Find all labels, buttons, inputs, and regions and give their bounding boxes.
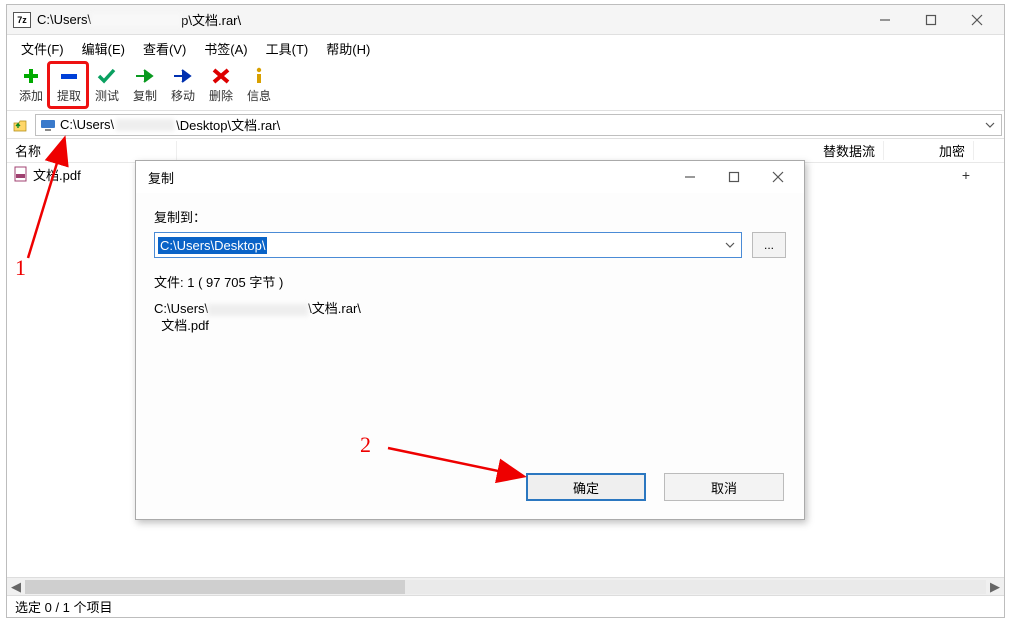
status-text: 选定 0 / 1 个项目 — [15, 597, 113, 616]
toolbar-move[interactable]: 移动 — [165, 65, 201, 104]
destination-value: C:\Users\Desktop\ — [158, 237, 267, 254]
arrow-right-green-icon — [134, 65, 156, 87]
pdf-icon — [13, 166, 29, 182]
dialog-titlebar: 复制 — [136, 161, 804, 193]
address-redacted — [116, 119, 174, 131]
minimize-button[interactable] — [862, 5, 908, 35]
copy-to-label: 复制到： — [154, 207, 786, 226]
arrow-right-blue-icon — [172, 65, 194, 87]
close-button[interactable] — [954, 5, 1000, 35]
browse-button[interactable]: ... — [752, 232, 786, 258]
address-prefix: C:\Users\ — [60, 117, 114, 132]
cancel-button[interactable]: 取消 — [664, 473, 784, 501]
app-icon: 7z — [13, 12, 31, 28]
title-path-suffix: p\文档.rar\ — [181, 10, 241, 29]
up-folder-button[interactable] — [9, 114, 31, 136]
toolbar-test[interactable]: 测试 — [89, 65, 125, 104]
toolbar: 添加 提取 测试 复制 移动 — [7, 61, 1004, 111]
toolbar-extract[interactable]: 提取 — [51, 65, 87, 104]
annotation-number-2: 2 — [360, 432, 371, 458]
ok-button[interactable]: 确定 — [526, 473, 646, 501]
maximize-button[interactable] — [908, 5, 954, 35]
menu-edit[interactable]: 编辑(E) — [76, 37, 131, 60]
title-path-prefix: C:\Users\ — [37, 12, 91, 27]
column-name[interactable]: 名称 — [7, 141, 177, 160]
x-icon — [210, 65, 232, 87]
source-path: C:\Users\\文档.rar\ 文档.pdf — [154, 301, 786, 335]
toolbar-delete[interactable]: 删除 — [203, 65, 239, 104]
dialog-close-button[interactable] — [756, 162, 800, 192]
info-icon — [248, 65, 270, 87]
toolbar-copy[interactable]: 复制 — [127, 65, 163, 104]
annotation-number-1: 1 — [15, 255, 26, 281]
source-redacted — [208, 304, 308, 316]
file-name: 文档.pdf — [33, 165, 81, 184]
addressbar-row: C:\Users\ \Desktop\文档.rar\ — [7, 111, 1004, 139]
computer-icon — [40, 117, 56, 133]
column-altstream[interactable]: 替数据流 — [815, 141, 884, 160]
column-encrypt[interactable]: 加密 — [931, 141, 974, 160]
title-redacted — [91, 13, 181, 27]
scroll-thumb[interactable] — [25, 580, 405, 594]
check-icon — [96, 65, 118, 87]
dialog-minimize-button[interactable] — [668, 162, 712, 192]
dialog-body: 复制到： C:\Users\Desktop\ ... 文件: 1 ( 97 70… — [136, 193, 804, 519]
titlebar: 7z C:\Users\ p\文档.rar\ — [7, 5, 1004, 35]
menu-tools[interactable]: 工具(T) — [260, 37, 315, 60]
dialog-maximize-button[interactable] — [712, 162, 756, 192]
toolbar-add[interactable]: 添加 — [13, 65, 49, 104]
address-suffix: \Desktop\文档.rar\ — [176, 115, 280, 134]
menu-bookmarks[interactable]: 书签(A) — [198, 37, 253, 60]
scroll-left-icon[interactable]: ◀ — [7, 578, 25, 596]
status-bar: 选定 0 / 1 个项目 — [7, 595, 1004, 617]
menu-help[interactable]: 帮助(H) — [320, 37, 376, 60]
encrypt-value: + — [962, 167, 970, 183]
horizontal-scrollbar[interactable]: ◀ ▶ — [7, 577, 1004, 595]
dialog-title-text: 复制 — [148, 168, 174, 187]
chevron-down-icon[interactable] — [983, 118, 997, 132]
address-bar[interactable]: C:\Users\ \Desktop\文档.rar\ — [35, 114, 1002, 136]
menu-file[interactable]: 文件(F) — [15, 37, 70, 60]
files-summary: 文件: 1 ( 97 705 字节 ) — [154, 272, 786, 291]
minus-icon — [58, 65, 80, 87]
chevron-down-icon[interactable] — [723, 238, 737, 252]
destination-input[interactable]: C:\Users\Desktop\ — [154, 232, 742, 258]
scroll-right-icon[interactable]: ▶ — [986, 578, 1004, 596]
scroll-track[interactable] — [25, 580, 986, 594]
menubar: 文件(F) 编辑(E) 查看(V) 书签(A) 工具(T) 帮助(H) — [7, 35, 1004, 61]
menu-view[interactable]: 查看(V) — [137, 37, 192, 60]
toolbar-info[interactable]: 信息 — [241, 65, 277, 104]
plus-icon — [20, 65, 42, 87]
copy-dialog: 复制 复制到： C:\Users\Desktop\ ... 文件: 1 ( 97… — [135, 160, 805, 520]
